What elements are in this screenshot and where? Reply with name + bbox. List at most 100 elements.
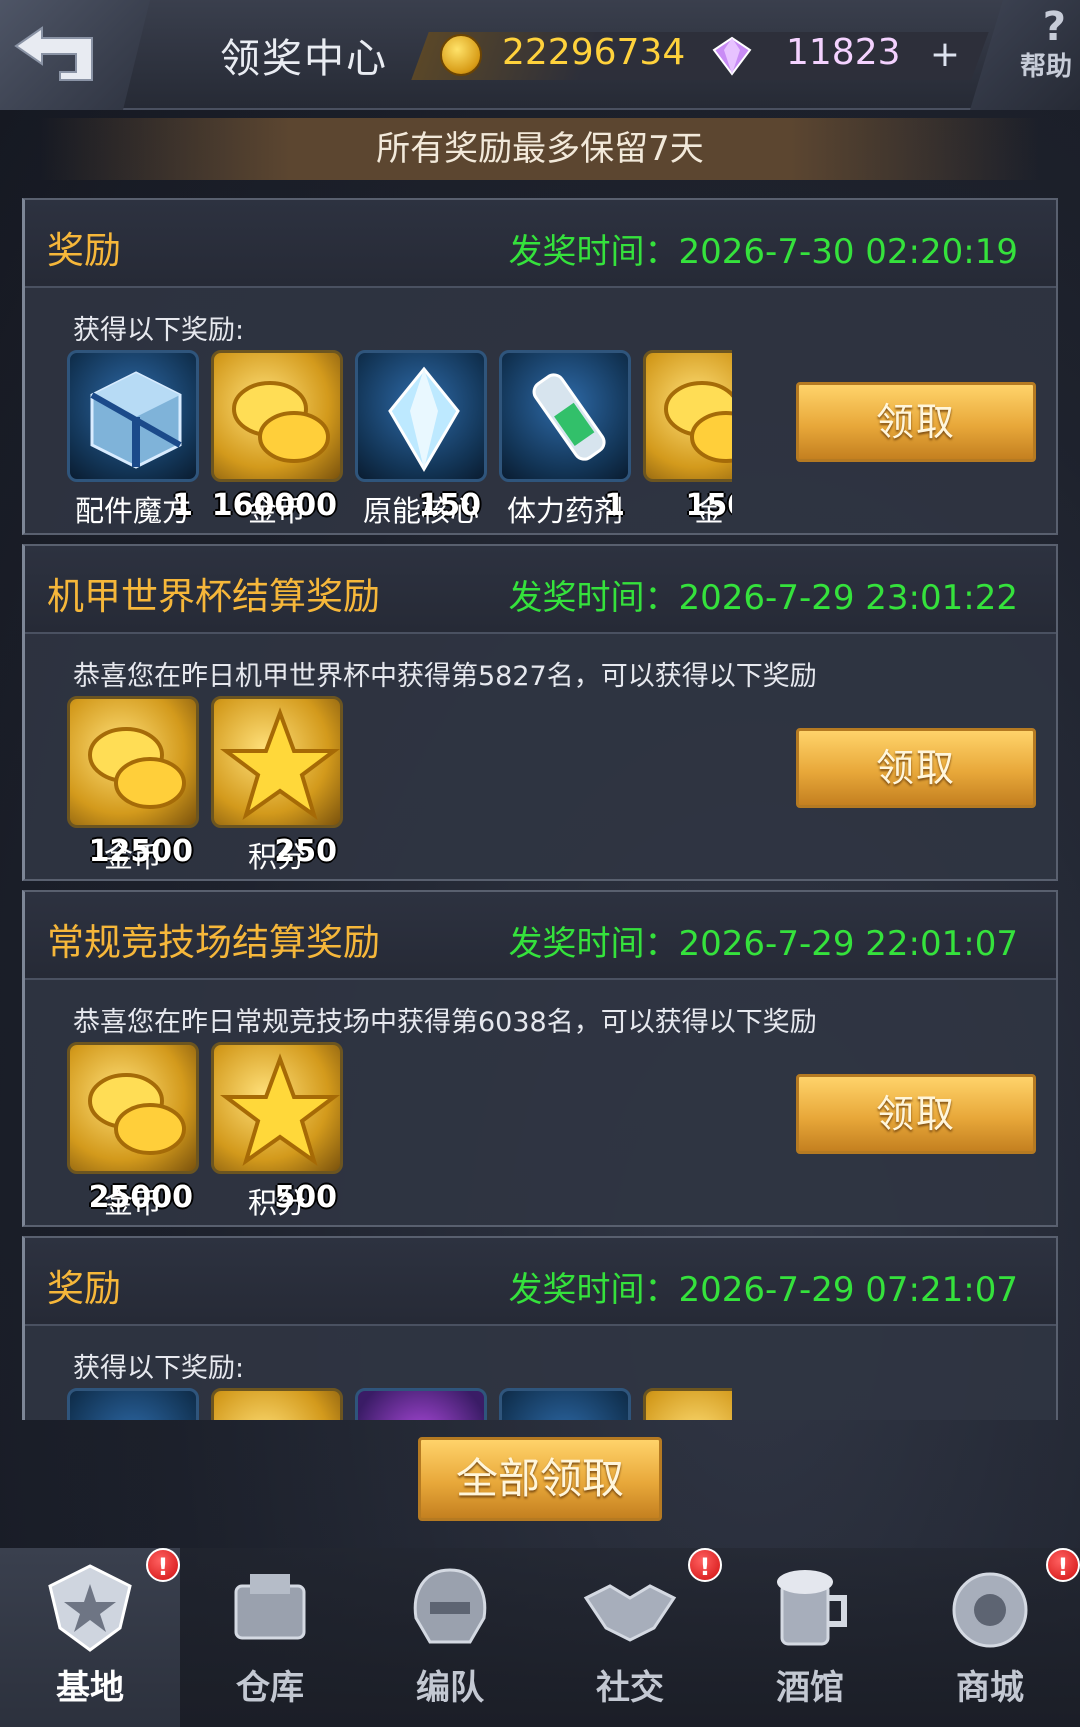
purple-gem-icon: [355, 1388, 487, 1420]
shop-icon: [952, 1572, 1028, 1648]
nav-base[interactable]: ! 基地: [0, 1548, 180, 1727]
item-label: 金币: [103, 1186, 162, 1217]
base-emblem-icon: [48, 1564, 132, 1652]
nav-label: 仓库: [236, 1668, 304, 1708]
reward-item[interactable]: 1500 金: [643, 350, 732, 525]
gold-coins-icon: [67, 696, 199, 828]
card-time: 发奖时间：2026-7-29 23:01:22: [508, 578, 1018, 618]
nav-label: 商城: [956, 1668, 1024, 1708]
reward-item[interactable]: [499, 1388, 631, 1420]
reward-item[interactable]: 250 积分: [211, 696, 343, 871]
nav-warehouse[interactable]: 仓库: [180, 1548, 360, 1727]
energy-core-icon: [499, 1388, 631, 1420]
reward-item[interactable]: 25000 金币: [67, 1042, 199, 1217]
card-header: 机甲世界杯结算奖励 发奖时间：2026-7-29 23:01:22: [25, 546, 1056, 634]
item-label: 原能核心: [362, 494, 479, 525]
claim-button[interactable]: 领取: [796, 382, 1036, 462]
reward-items: 12500 金币 250 积分: [67, 696, 732, 871]
gold-coins-icon: [67, 1042, 199, 1174]
reward-items: 25000 金币 500 积分: [67, 1042, 732, 1217]
squad-helmet-icon: [413, 1568, 487, 1644]
help-label: 帮助: [1019, 52, 1072, 82]
help-icon: ?: [1042, 4, 1066, 50]
nav-tavern[interactable]: 酒馆: [720, 1548, 900, 1727]
help-button[interactable]: ? 帮助: [970, 0, 1080, 110]
back-button[interactable]: [0, 0, 150, 110]
stamina-potion-icon: [499, 350, 631, 482]
gold-coins-icon: [643, 1388, 732, 1420]
reward-items: [67, 1388, 732, 1420]
item-label: 积分: [247, 1186, 306, 1217]
item-label: 金: [694, 494, 724, 525]
reward-card: 奖励 发奖时间：2026-7-29 07:21:07 获得以下奖励:: [22, 1236, 1058, 1420]
card-header: 奖励 发奖时间：2026-7-29 07:21:07: [25, 1238, 1056, 1326]
nav-label: 社交: [596, 1668, 664, 1708]
nav-squad[interactable]: 编队: [360, 1548, 540, 1727]
card-time: 发奖时间：2026-7-29 22:01:07: [508, 924, 1018, 964]
card-header: 奖励 发奖时间：2026-7-30 02:20:19: [25, 200, 1056, 288]
claim-button[interactable]: 领取: [796, 1074, 1036, 1154]
card-title: 奖励: [47, 1267, 121, 1310]
card-time: 发奖时间：2026-7-29 07:21:07: [508, 1270, 1018, 1310]
page-title: 领奖中心: [220, 36, 388, 82]
reward-item[interactable]: [355, 1388, 487, 1420]
reward-item[interactable]: 12500 金币: [67, 696, 199, 871]
accessory-cube-icon: [67, 1388, 199, 1420]
reward-card: 常规竞技场结算奖励 发奖时间：2026-7-29 22:01:07 恭喜您在昨日…: [22, 890, 1058, 1227]
gold-coins-icon: [211, 1388, 343, 1420]
item-label: 金币: [247, 494, 306, 525]
reward-item[interactable]: 1 体力药剂: [499, 350, 631, 525]
reward-item[interactable]: 160000 金币: [211, 350, 343, 525]
reward-item[interactable]: [211, 1388, 343, 1420]
card-description: 恭喜您在昨日机甲世界杯中获得第5827名，可以获得以下奖励: [73, 661, 817, 692]
reward-item[interactable]: 150 原能核心: [355, 350, 487, 525]
reward-item[interactable]: 1 配件魔方: [67, 350, 199, 525]
reward-item[interactable]: [67, 1388, 199, 1420]
card-description: 获得以下奖励:: [73, 1353, 245, 1384]
nav-label: 基地: [56, 1668, 124, 1708]
energy-core-icon: [355, 350, 487, 482]
notification-badge: !: [688, 1548, 722, 1582]
top-bar: 领奖中心 22296734 11823 + ? 帮助: [0, 0, 1080, 110]
bottom-navigation: ! 基地 仓库 编队 ! 社交 酒馆 ! 商城: [0, 1548, 1080, 1727]
card-title: 常规竞技场结算奖励: [47, 921, 380, 964]
gold-coins-icon: [643, 350, 732, 482]
currency-bar: [411, 32, 989, 80]
card-title: 奖励: [47, 229, 121, 272]
reward-items: 1 配件魔方 160000 金币 150 原能核心 1 体力药剂 15 金: [67, 350, 732, 525]
reward-list[interactable]: 奖励 发奖时间：2026-7-30 02:20:19 获得以下奖励: 1 配件魔…: [22, 198, 1058, 1420]
warehouse-icon: [234, 1574, 306, 1640]
claim-button[interactable]: 领取: [796, 728, 1036, 808]
card-description: 获得以下奖励:: [73, 315, 245, 346]
gold-coins-icon: [211, 350, 343, 482]
card-description: 恭喜您在昨日常规竞技场中获得第6038名，可以获得以下奖励: [73, 1007, 817, 1038]
notification-badge: !: [146, 1548, 180, 1582]
gold-amount: 22296734: [502, 32, 686, 73]
reward-item[interactable]: 500 积分: [211, 1042, 343, 1217]
diamond-icon: [712, 36, 752, 76]
gold-coin-icon: [440, 34, 482, 76]
reward-card: 奖励 发奖时间：2026-7-30 02:20:19 获得以下奖励: 1 配件魔…: [22, 198, 1058, 535]
card-time: 发奖时间：2026-7-30 02:20:19: [508, 232, 1018, 272]
star-points-icon: [211, 696, 343, 828]
accessory-cube-icon: [67, 350, 199, 482]
nav-shop[interactable]: ! 商城: [900, 1548, 1080, 1727]
back-arrow-icon: [14, 26, 93, 81]
add-gems-button[interactable]: +: [928, 37, 962, 73]
item-label: 配件魔方: [74, 494, 191, 525]
card-header: 常规竞技场结算奖励 发奖时间：2026-7-29 22:01:07: [25, 892, 1056, 980]
nav-social[interactable]: ! 社交: [540, 1548, 722, 1727]
retention-notice: 所有奖励最多保留7天: [40, 118, 1040, 180]
claim-all-button[interactable]: 全部领取: [418, 1437, 662, 1521]
handshake-icon: [583, 1584, 677, 1642]
item-label: 体力药剂: [506, 494, 623, 525]
notification-badge: !: [1046, 1548, 1080, 1582]
nav-label: 编队: [416, 1668, 484, 1708]
item-label: 金币: [103, 840, 162, 871]
reward-card: 机甲世界杯结算奖励 发奖时间：2026-7-29 23:01:22 恭喜您在昨日…: [22, 544, 1058, 881]
nav-label: 酒馆: [776, 1668, 844, 1708]
gem-amount: 11823: [786, 32, 901, 73]
card-title: 机甲世界杯结算奖励: [47, 575, 380, 618]
star-points-icon: [211, 1042, 343, 1174]
reward-item[interactable]: [643, 1388, 732, 1420]
